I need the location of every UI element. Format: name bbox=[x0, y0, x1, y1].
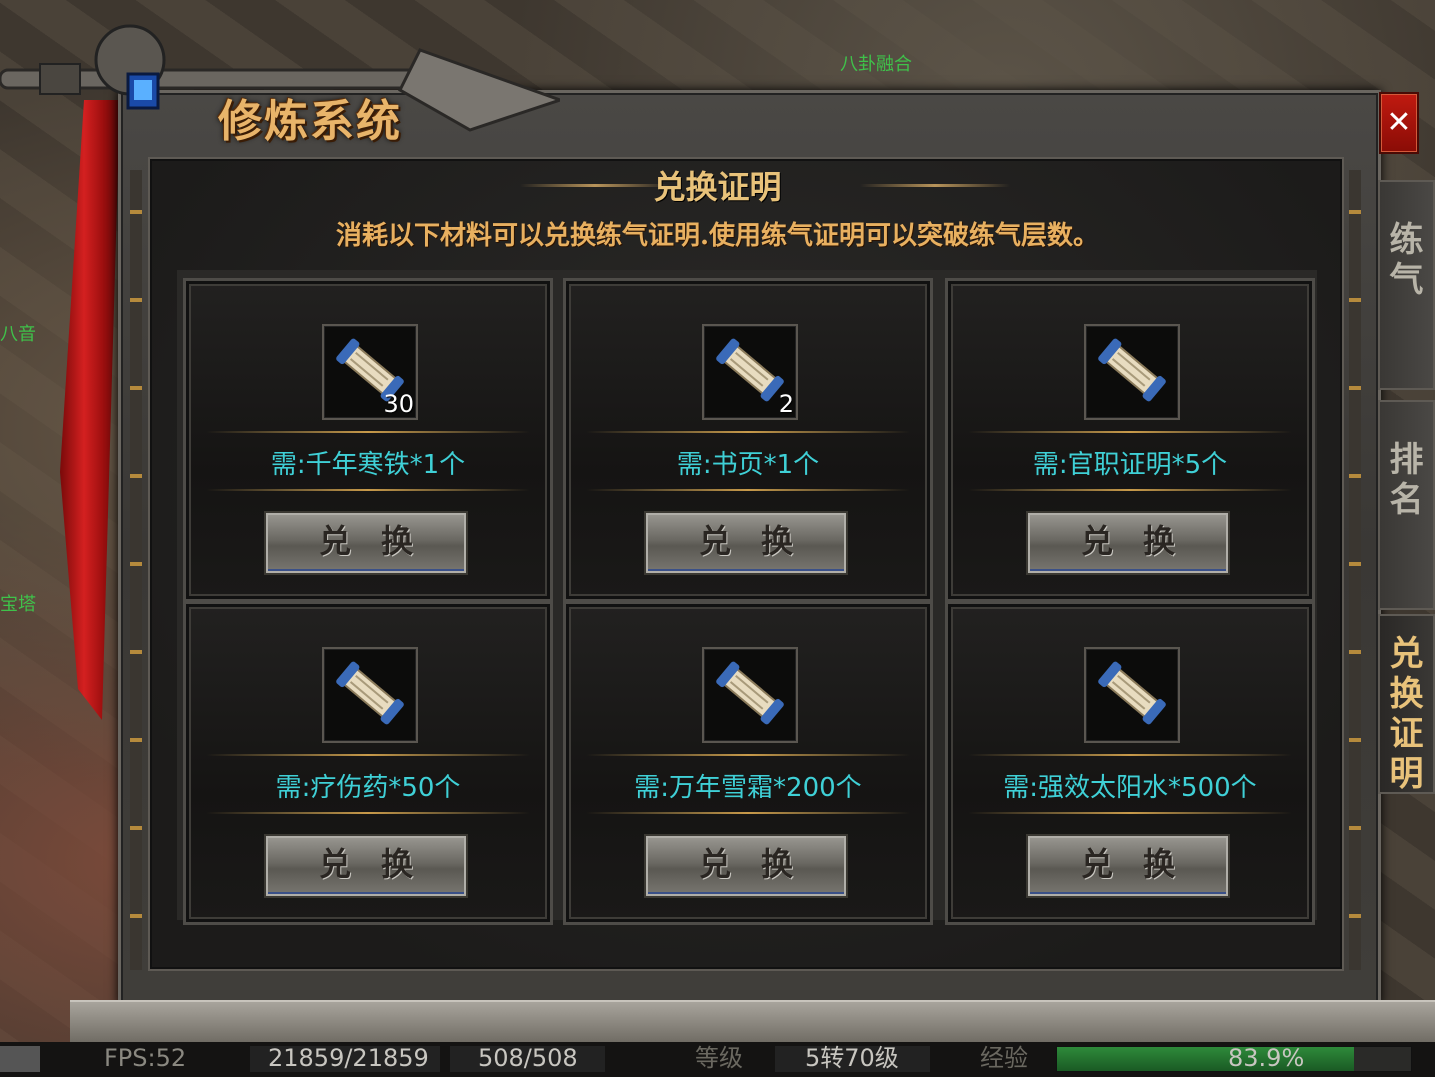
card-divider bbox=[968, 489, 1292, 491]
card-divider bbox=[206, 489, 530, 491]
item-count: 30 bbox=[383, 390, 414, 418]
card-divider bbox=[968, 812, 1292, 814]
scroll-icon bbox=[1098, 338, 1166, 402]
item-slot[interactable] bbox=[1084, 324, 1180, 420]
tab-lianqi[interactable]: 练气 bbox=[1378, 180, 1435, 390]
requirement-text: 需:强效太阳水*500个 bbox=[1003, 773, 1257, 803]
item-count: 2 bbox=[778, 390, 794, 418]
exchange-button[interactable]: 兑换 bbox=[644, 834, 848, 898]
exchange-card: 2 需:书页*1个兑换 bbox=[563, 278, 933, 602]
level-label: 等级 bbox=[695, 1044, 743, 1072]
requirement-text: 需:疗伤药*50个 bbox=[275, 773, 461, 803]
card-divider bbox=[586, 431, 910, 433]
level-value: 5转70级 bbox=[805, 1044, 899, 1072]
exchange-button[interactable]: 兑换 bbox=[264, 834, 468, 898]
requirement-text: 需:书页*1个 bbox=[676, 450, 820, 480]
scroll-icon bbox=[716, 661, 784, 725]
tab-exchange-proof[interactable]: 兑换证明 bbox=[1378, 614, 1435, 794]
right-rail-decoration bbox=[1349, 170, 1361, 970]
scroll-icon bbox=[1098, 661, 1166, 725]
card-divider bbox=[968, 431, 1292, 433]
npc-name-label: 八卦融合 bbox=[840, 54, 912, 75]
exchange-button[interactable]: 兑换 bbox=[1026, 834, 1230, 898]
card-divider bbox=[586, 754, 910, 756]
tab-label: 练气 bbox=[1389, 220, 1424, 300]
exchange-button[interactable]: 兑换 bbox=[264, 511, 468, 575]
scroll-icon bbox=[716, 338, 784, 402]
card-divider bbox=[206, 754, 530, 756]
item-slot[interactable] bbox=[322, 647, 418, 743]
requirement-text: 需:千年寒铁*1个 bbox=[270, 450, 466, 480]
exchange-card: 需:万年雪霜*200个兑换 bbox=[563, 601, 933, 925]
exchange-button[interactable]: 兑换 bbox=[1026, 511, 1230, 575]
fps-readout: FPS:52 bbox=[104, 1044, 187, 1072]
exp-label: 经验 bbox=[980, 1044, 1028, 1072]
item-slot[interactable] bbox=[702, 647, 798, 743]
item-slot[interactable] bbox=[1084, 647, 1180, 743]
npc-name-label: 八音 bbox=[0, 324, 36, 345]
section-description: 消耗以下材料可以兑换练气证明.使用练气证明可以突破练气层数。 bbox=[335, 221, 1100, 251]
tab-label: 兑换证明 bbox=[1389, 634, 1424, 794]
requirement-text: 需:万年雪霜*200个 bbox=[634, 773, 862, 803]
requirement-text: 需:官职证明*5个 bbox=[1032, 450, 1228, 480]
card-divider bbox=[586, 812, 910, 814]
exchange-card: 30 需:千年寒铁*1个兑换 bbox=[183, 278, 553, 602]
npc-name-label: 宝塔 bbox=[0, 594, 36, 615]
scroll-icon bbox=[336, 661, 404, 725]
exchange-card: 需:强效太阳水*500个兑换 bbox=[945, 601, 1315, 925]
card-divider bbox=[206, 431, 530, 433]
stone-base-decoration bbox=[70, 1000, 1435, 1044]
exchange-button[interactable]: 兑换 bbox=[644, 511, 848, 575]
left-rail-decoration bbox=[130, 170, 142, 970]
item-slot[interactable]: 2 bbox=[702, 324, 798, 420]
section-title: 兑换证明 bbox=[653, 168, 782, 206]
menu-toggle[interactable] bbox=[0, 1046, 40, 1072]
exchange-card: 需:疗伤药*50个兑换 bbox=[183, 601, 553, 925]
card-divider bbox=[206, 812, 530, 814]
hp-value: 21859/21859 bbox=[268, 1044, 429, 1072]
exp-bar-fill bbox=[1057, 1047, 1354, 1071]
tab-ranking[interactable]: 排名 bbox=[1378, 400, 1435, 610]
exchange-card: 需:官职证明*5个兑换 bbox=[945, 278, 1315, 602]
exp-percent: 83.9% bbox=[1228, 1044, 1305, 1072]
mp-value: 508/508 bbox=[478, 1044, 578, 1072]
item-slot[interactable]: 30 bbox=[322, 324, 418, 420]
card-divider bbox=[586, 489, 910, 491]
card-divider bbox=[968, 754, 1292, 756]
tab-label: 排名 bbox=[1389, 440, 1424, 520]
close-button[interactable]: ✕ bbox=[1379, 92, 1419, 154]
window-title: 修炼系统 bbox=[218, 96, 402, 147]
